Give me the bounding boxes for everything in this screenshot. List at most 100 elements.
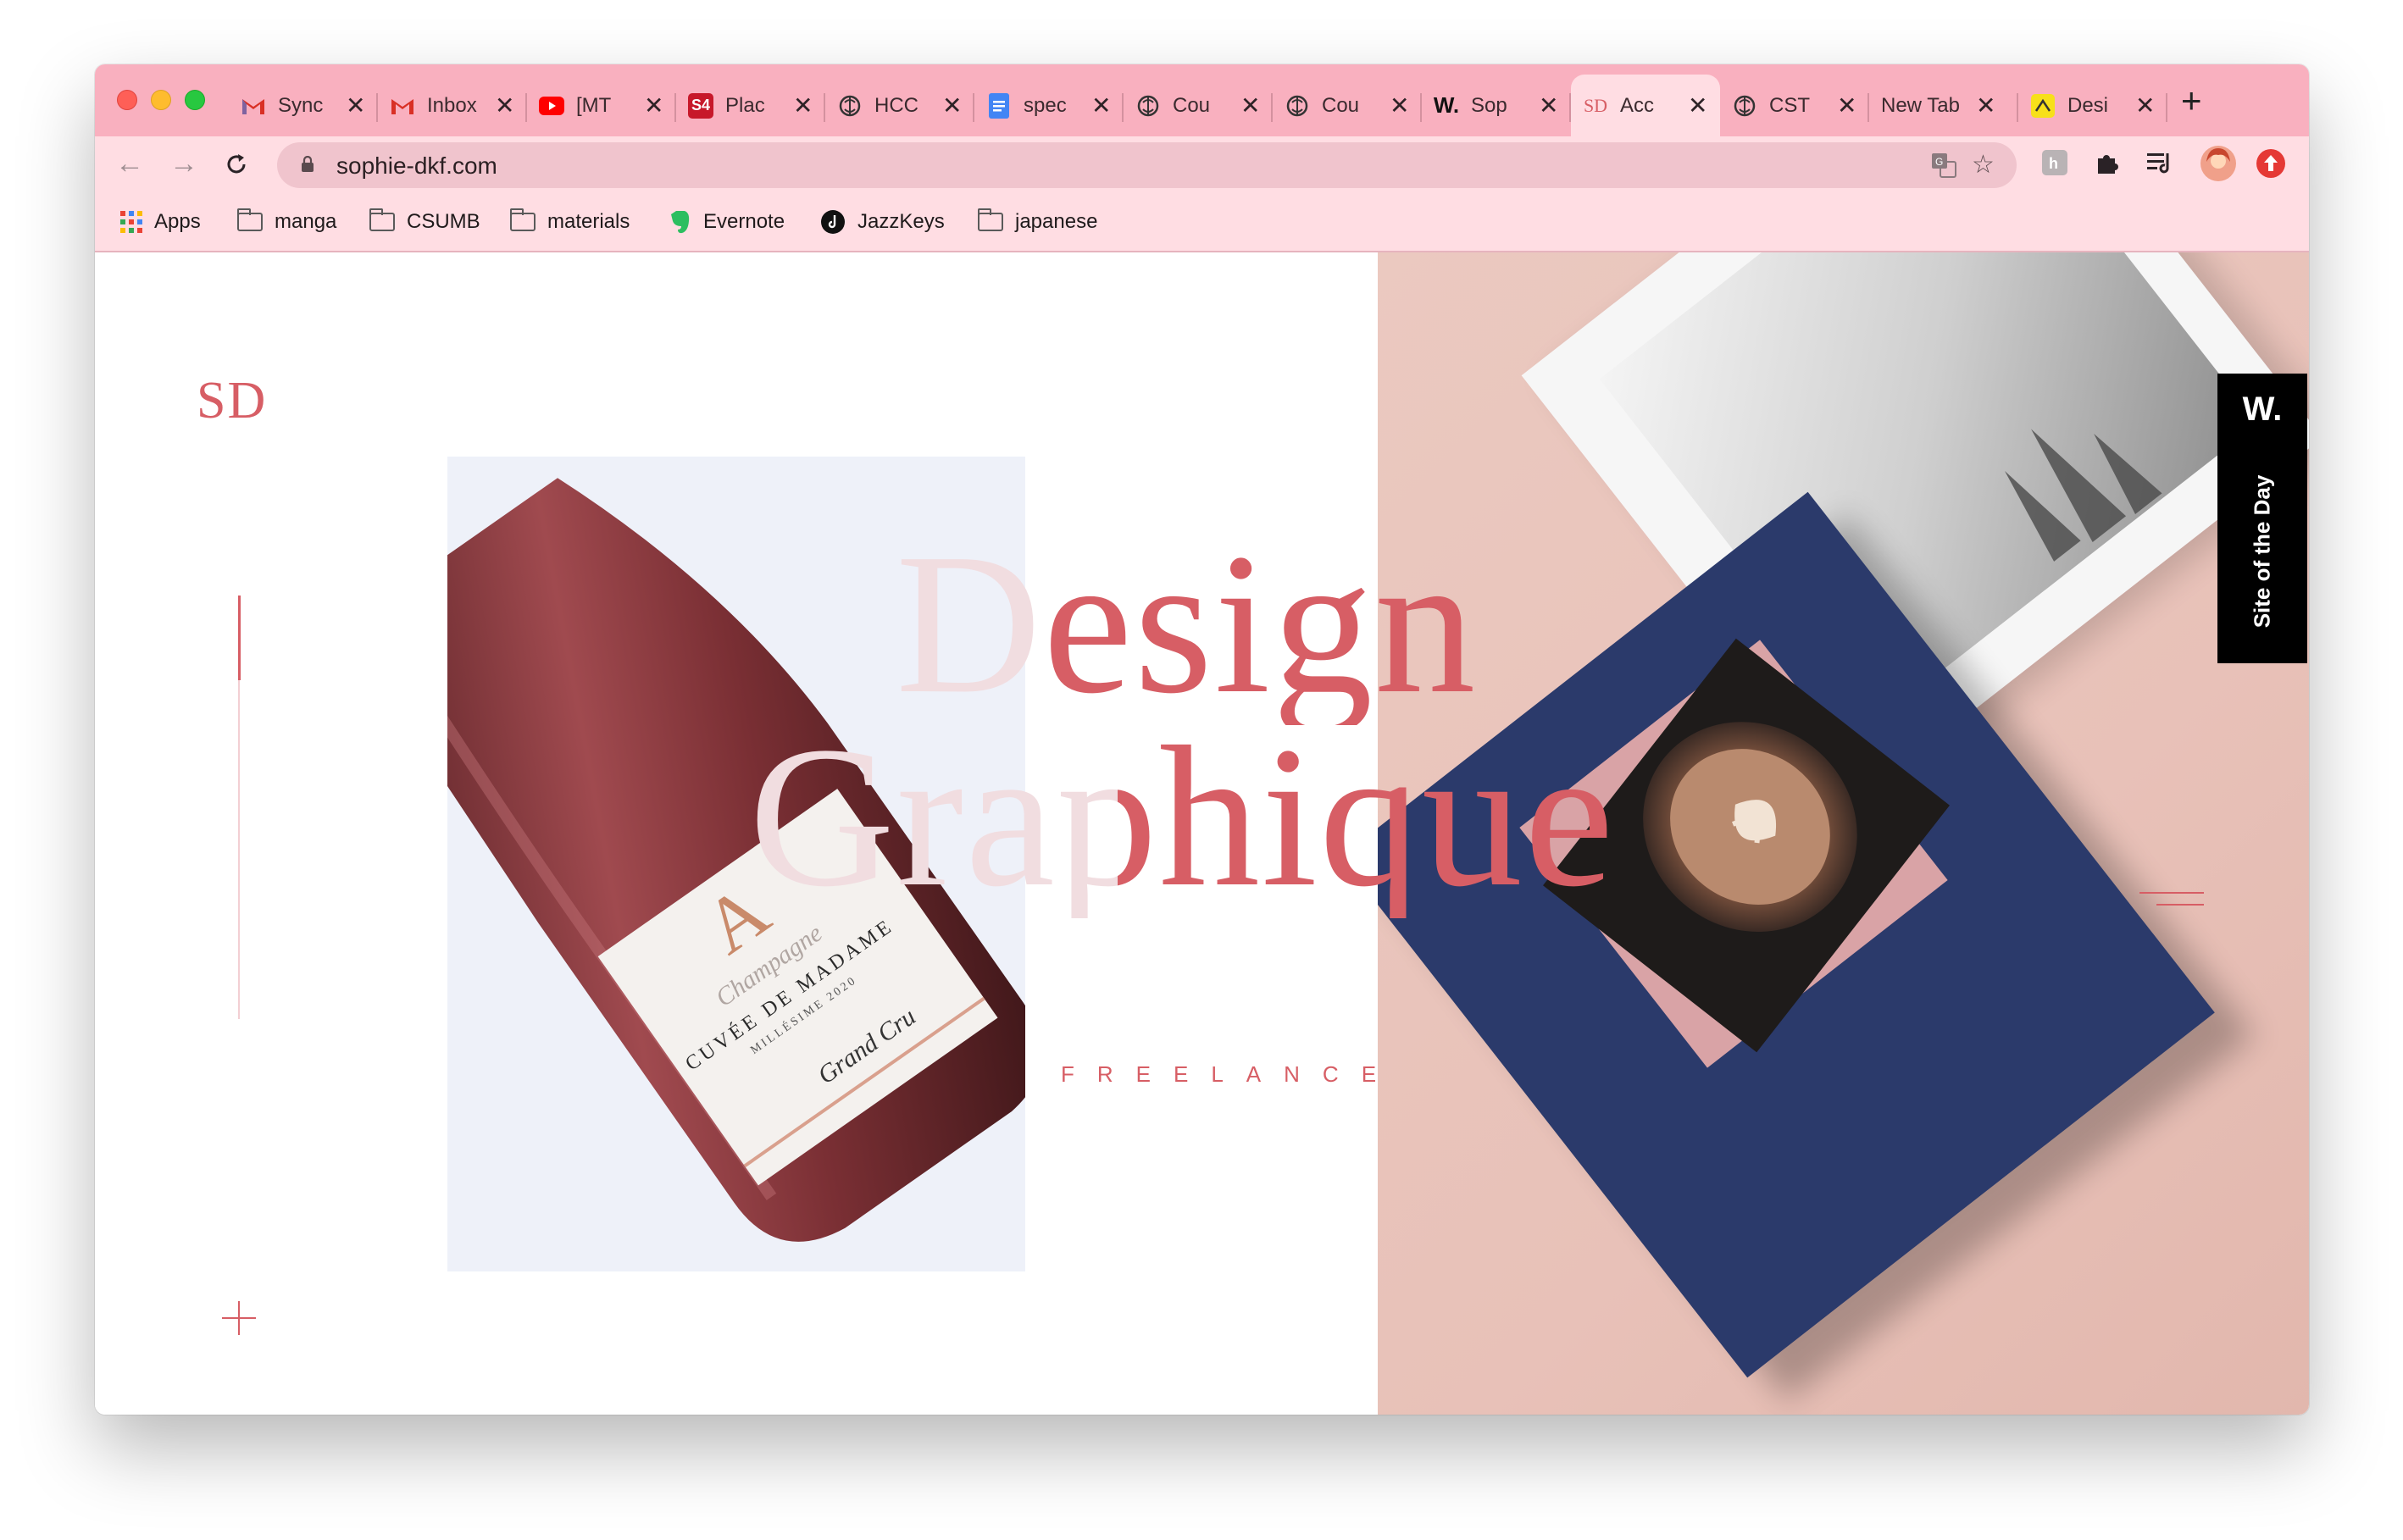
- sd-icon: SD: [1583, 94, 1608, 116]
- close-icon[interactable]: ✕: [1837, 91, 1856, 119]
- apps-grid-icon: [120, 211, 142, 233]
- tab-title: Inbox: [427, 93, 477, 117]
- jazzkeys-icon: [820, 209, 846, 235]
- tab-title: Cou: [1322, 93, 1360, 117]
- tab-title: spec: [1024, 93, 1067, 117]
- tab-5[interactable]: spec ✕: [974, 75, 1124, 136]
- browser-window: Sync ✕ Inbox ✕ [MT ✕ S4 Plac ✕ HCC ✕ spe…: [95, 64, 2309, 1415]
- tab-title: Plac: [725, 93, 765, 117]
- tab-1[interactable]: Inbox ✕: [378, 75, 527, 136]
- hero-photo-panel: [1378, 252, 2309, 1415]
- close-icon[interactable]: ✕: [1539, 91, 1558, 119]
- bookmark-evernote[interactable]: Evernote: [668, 208, 785, 236]
- tab-title: [MT: [576, 93, 612, 117]
- bookmark-label: manga: [275, 210, 337, 233]
- profile-avatar[interactable]: [2200, 145, 2237, 189]
- bookmark-jazzkeys[interactable]: JazzKeys: [820, 208, 945, 236]
- bookmark-materials[interactable]: materials: [510, 208, 630, 236]
- close-icon[interactable]: ✕: [1091, 91, 1111, 119]
- folder-icon: [369, 208, 395, 231]
- tab-title: CST: [1769, 93, 1810, 117]
- media-queue-icon[interactable]: [2147, 150, 2174, 182]
- bookmark-label: Apps: [154, 210, 201, 233]
- youtube-icon: [539, 93, 564, 119]
- close-icon[interactable]: ✕: [1688, 91, 1707, 119]
- tab-11[interactable]: New Tab ✕: [1869, 75, 2018, 136]
- badge-label: Site of the Day: [2249, 474, 2275, 629]
- plus-icon[interactable]: [222, 1301, 256, 1335]
- tab-title: Acc: [1620, 93, 1655, 117]
- tab-10[interactable]: CST ✕: [1720, 75, 1869, 136]
- tab-strip: Sync ✕ Inbox ✕ [MT ✕ S4 Plac ✕ HCC ✕ spe…: [95, 64, 2309, 136]
- bookmark-label: JazzKeys: [857, 210, 945, 233]
- docs-icon: [986, 92, 1012, 119]
- address-bar[interactable]: sophie-dkf.com G ☆: [277, 142, 2017, 188]
- tab-9-active[interactable]: SD Acc ✕: [1571, 75, 1720, 136]
- tab-7[interactable]: Cou ✕: [1273, 75, 1422, 136]
- tab-12[interactable]: Desi ✕: [2018, 75, 2167, 136]
- url-text: sophie-dkf.com: [336, 152, 497, 179]
- bookmark-manga[interactable]: manga: [237, 208, 336, 236]
- tab-title: HCC: [874, 93, 918, 117]
- close-icon[interactable]: ✕: [1976, 91, 1995, 119]
- bookmark-star-icon[interactable]: ☆: [1972, 150, 1995, 180]
- brain-icon: [1135, 93, 1161, 119]
- close-icon[interactable]: ✕: [942, 91, 962, 119]
- svg-text:G: G: [1935, 156, 1943, 168]
- new-tab-button[interactable]: +: [2181, 83, 2202, 119]
- tab-title: Sync: [278, 93, 324, 117]
- lock-icon: [302, 156, 314, 172]
- reload-icon[interactable]: [224, 147, 249, 185]
- close-icon[interactable]: ✕: [1240, 91, 1260, 119]
- back-arrow-icon[interactable]: ←: [115, 147, 144, 180]
- bookmark-label: japanese: [1015, 210, 1098, 233]
- close-icon[interactable]: ✕: [2135, 91, 2155, 119]
- tab-0[interactable]: Sync ✕: [229, 75, 378, 136]
- scroll-indicator: [238, 596, 241, 680]
- bookmark-label: Evernote: [703, 210, 785, 233]
- forward-arrow-icon[interactable]: →: [169, 147, 198, 180]
- close-icon[interactable]: ✕: [644, 91, 663, 119]
- site-logo[interactable]: SD: [197, 371, 267, 431]
- brain-icon: [837, 93, 863, 119]
- translate-icon[interactable]: G: [1931, 150, 1956, 185]
- close-icon[interactable]: ✕: [1390, 91, 1409, 119]
- extension-h-icon[interactable]: h: [2042, 150, 2067, 182]
- awwwards-icon: W.: [1433, 92, 1460, 118]
- folder-icon: [510, 208, 536, 231]
- bookmark-japanese[interactable]: japanese: [978, 208, 1097, 236]
- tab-title: New Tab: [1881, 93, 1960, 117]
- minimize-window-button[interactable]: [151, 90, 171, 110]
- tab-2[interactable]: [MT ✕: [527, 75, 676, 136]
- menu-icon[interactable]: [2139, 892, 2204, 909]
- awwwards-logo: W.: [2242, 391, 2283, 428]
- bookmark-label: CSUMB: [407, 210, 480, 233]
- site-of-the-day-badge[interactable]: W. Site of the Day: [2217, 374, 2307, 663]
- tab-3[interactable]: S4 Plac ✕: [676, 75, 825, 136]
- update-icon[interactable]: [2256, 148, 2286, 186]
- gmail-icon: [390, 93, 415, 119]
- browser-toolbar: ← → sophie-dkf.com G ☆ h: [95, 136, 2309, 192]
- bookmark-label: materials: [547, 210, 630, 233]
- tab-6[interactable]: Cou ✕: [1124, 75, 1273, 136]
- tab-list: Sync ✕ Inbox ✕ [MT ✕ S4 Plac ✕ HCC ✕ spe…: [229, 75, 2309, 136]
- s4-icon: S4: [688, 92, 713, 119]
- tab-4[interactable]: HCC ✕: [825, 75, 974, 136]
- tab-title: Cou: [1173, 93, 1211, 117]
- evernote-icon: [668, 209, 691, 235]
- puzzle-extensions-icon[interactable]: [2095, 150, 2120, 182]
- web-page: SD A Champagne CUVÉE DE MADAME MILLÉSIME…: [95, 252, 2309, 1415]
- close-icon[interactable]: ✕: [346, 91, 365, 119]
- brain-icon: [1285, 93, 1310, 119]
- tab-8[interactable]: W. Sop ✕: [1422, 75, 1571, 136]
- close-icon[interactable]: ✕: [793, 91, 813, 119]
- bookmark-csumb[interactable]: CSUMB: [369, 208, 480, 236]
- bookmark-apps[interactable]: Apps: [120, 208, 201, 236]
- close-icon[interactable]: ✕: [495, 91, 514, 119]
- brain-icon: [1732, 93, 1757, 119]
- close-window-button[interactable]: [117, 90, 137, 110]
- champagne-bottle-image: A Champagne CUVÉE DE MADAME MILLÉSIME 20…: [447, 457, 1025, 1271]
- folder-icon: [237, 208, 263, 231]
- zoom-window-button[interactable]: [185, 90, 205, 110]
- design-icon: [2030, 93, 2056, 119]
